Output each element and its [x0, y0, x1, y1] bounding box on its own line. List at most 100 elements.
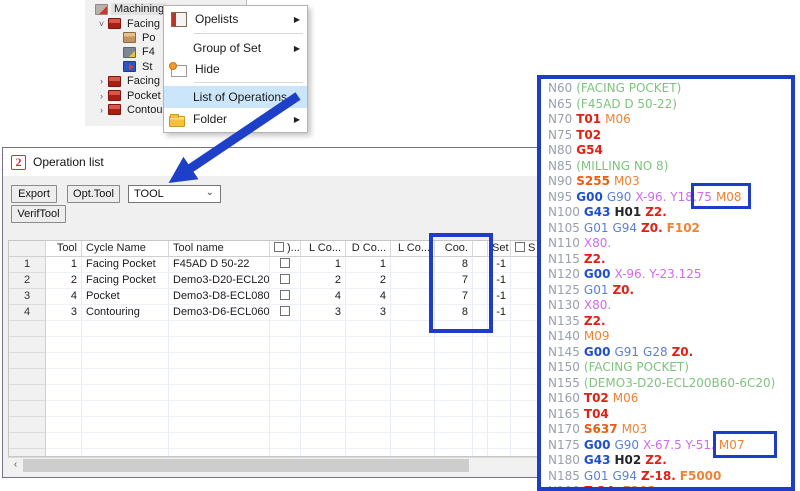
gcode-token: N110	[548, 236, 580, 250]
gcode-line: N95G00G90X-96. Y18.75M08	[548, 190, 791, 206]
gcode-line: N150(FACING POCKET)	[548, 360, 791, 376]
column-header-chk1[interactable]: )...	[270, 241, 301, 257]
empty-cell	[169, 433, 270, 449]
gcode-token: N115	[548, 252, 580, 266]
gcode-token: T01	[576, 112, 601, 126]
column-header-lco[interactable]: L Co...	[301, 241, 346, 257]
empty-cell	[270, 369, 301, 385]
empty-cell	[82, 353, 169, 369]
gcode-token: S637	[584, 422, 618, 436]
submenu-arrow-icon: ▶	[294, 15, 300, 24]
horizontal-scrollbar[interactable]: ‹	[8, 457, 541, 472]
gcode-token: (DEMO3-D20-ECL200B60-6C20)	[584, 376, 775, 390]
empty-cell	[435, 385, 473, 401]
gcode-token: M03	[614, 174, 640, 188]
scroll-left-icon[interactable]: ‹	[8, 458, 23, 473]
empty-cell	[169, 337, 270, 353]
empty-cell	[435, 353, 473, 369]
header-checkbox[interactable]	[274, 242, 284, 252]
gcode-line: N125G01Z0.	[548, 283, 791, 299]
tool-icon	[123, 47, 136, 58]
gcode-token: Z-24.	[584, 484, 619, 491]
expander-closed-icon[interactable]: ›	[95, 91, 108, 101]
row-checkbox[interactable]	[280, 258, 290, 268]
empty-cell	[82, 401, 169, 417]
facing-icon	[108, 90, 121, 101]
table-empty-row	[9, 337, 540, 353]
empty-cell	[9, 401, 46, 417]
table-empty-row	[9, 353, 540, 369]
gcode-token: (FACING POCKET)	[576, 81, 681, 95]
expander-closed-icon[interactable]: ›	[95, 105, 108, 115]
row-checkbox[interactable]	[280, 274, 290, 284]
gcode-token: (F45AD D 50-22)	[576, 97, 677, 111]
column-header-name[interactable]: Tool name	[169, 241, 270, 257]
gcode-token: N165	[548, 407, 580, 421]
empty-cell	[391, 385, 435, 401]
column-header-dco[interactable]: D Co...	[346, 241, 391, 257]
gcode-token: (FACING POCKET)	[584, 360, 689, 374]
column-header-rowhdr[interactable]	[9, 241, 46, 257]
gcode-line: N90S255M03	[548, 174, 791, 190]
tree-item-label: F4	[139, 46, 158, 58]
empty-cell	[9, 353, 46, 369]
cell-dco: 2	[346, 273, 391, 289]
empty-cell	[346, 369, 391, 385]
row-checkbox[interactable]	[280, 306, 290, 316]
opt-tool-button[interactable]: Opt.Tool	[67, 185, 120, 203]
export-button[interactable]: Export	[11, 185, 57, 203]
empty-cell	[473, 417, 488, 433]
gcode-line: N80G54	[548, 143, 791, 159]
empty-cell	[169, 401, 270, 417]
cell-cycle: Pocket	[82, 289, 169, 305]
coo-column-highlight-box	[429, 233, 493, 333]
gcode-token: G00	[584, 267, 611, 281]
verif-tool-button[interactable]: VerifTool	[11, 205, 66, 223]
tree-item-label: St	[139, 61, 155, 73]
empty-cell	[82, 385, 169, 401]
gcode-token: Z2.	[645, 205, 667, 219]
empty-cell	[488, 385, 511, 401]
gcode-token: N85	[548, 159, 572, 173]
column-header-tool[interactable]: Tool	[46, 241, 82, 257]
cell-tool: 1	[46, 257, 82, 273]
gcode-token: Z0.	[672, 345, 694, 359]
empty-cell	[82, 417, 169, 433]
tree-item-label: Po	[139, 32, 158, 44]
row-checkbox[interactable]	[280, 290, 290, 300]
gcode-token: M03	[622, 422, 648, 436]
gcode-token: H01	[614, 205, 641, 219]
gcode-line: N120G00X-96. Y-23.125	[548, 267, 791, 283]
expander-closed-icon[interactable]: ›	[95, 76, 108, 86]
cell-chk1	[270, 257, 301, 273]
gcode-line: N190Z-24.F102	[548, 484, 791, 491]
gcode-token: N60	[548, 81, 572, 95]
gcode-line: N105G01G94Z0.F102	[548, 221, 791, 237]
menu-separator	[194, 82, 303, 83]
header-checkbox[interactable]	[515, 242, 525, 252]
empty-cell	[473, 353, 488, 369]
machining-icon	[95, 4, 108, 15]
menu-separator	[194, 33, 303, 34]
menu-item-hide[interactable]: Hide	[164, 59, 307, 79]
menu-item-label: Opelists	[195, 12, 238, 26]
empty-cell	[169, 449, 270, 457]
empty-cell	[169, 353, 270, 369]
cell-rowhdr: 1	[9, 257, 46, 273]
expander-open-icon[interactable]: ˅	[95, 19, 108, 29]
cell-dco: 1	[346, 257, 391, 273]
cell-chk1	[270, 273, 301, 289]
gcode-token: G28	[643, 345, 668, 359]
gcode-token: N175	[548, 438, 580, 452]
empty-cell	[46, 321, 82, 337]
empty-cell	[46, 417, 82, 433]
scrollbar-thumb[interactable]	[23, 459, 469, 472]
empty-cell	[435, 369, 473, 385]
gcode-token: Z2.	[584, 314, 606, 328]
menu-item-opelists[interactable]: Opelists ▶	[164, 8, 307, 30]
empty-cell	[301, 449, 346, 457]
gcode-listing: N60(FACING POCKET)N65(F45AD D 50-22)N70T…	[548, 81, 791, 491]
gcode-token: Z-18.	[641, 469, 676, 483]
menu-item-group-of-set[interactable]: Group of Set▶	[164, 37, 307, 59]
column-header-cycle[interactable]: Cycle Name	[82, 241, 169, 257]
